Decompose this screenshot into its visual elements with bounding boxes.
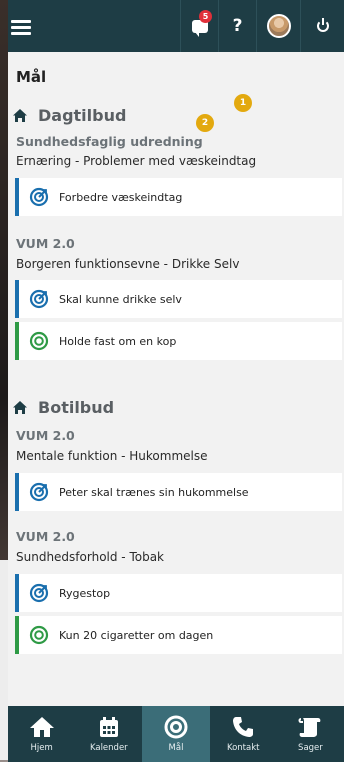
group-subtitle: Sundhedsforhold - Tobak — [16, 550, 165, 564]
top-bar: 5 ? — [8, 0, 344, 52]
app-window: 5 ? Mål 1 2 Dagtilbud Sundhedsfaglig udr… — [8, 0, 344, 762]
group-title: VUM 2.0 — [16, 428, 75, 443]
goal-card[interactable]: Holde fast om en kop — [15, 322, 342, 360]
goal-label: Kun 20 cigaretter om dagen — [59, 628, 214, 642]
menu-icon[interactable] — [11, 20, 31, 35]
power-icon — [316, 18, 329, 32]
goal-card[interactable]: Skal kunne drikke selv — [15, 280, 342, 318]
goal-progress-icon — [29, 482, 49, 502]
home-icon — [29, 714, 55, 740]
profile-button[interactable] — [256, 0, 300, 52]
group-title: Sundhedsfaglig udredning — [16, 134, 203, 149]
nav-label: Kontakt — [226, 743, 260, 753]
nav-item-kontakt[interactable]: Kontakt — [210, 706, 277, 762]
target-icon — [163, 714, 189, 740]
goal-card[interactable]: Kun 20 cigaretter om dagen — [15, 616, 342, 654]
notifications-button[interactable]: 5 — [180, 0, 218, 52]
goal-label: Skal kunne drikke selv — [59, 292, 182, 306]
group-subtitle: Ernæring - Problemer med væskeindtag — [16, 154, 257, 168]
group-title: VUM 2.0 — [16, 236, 75, 251]
target-icon — [29, 625, 49, 645]
house-icon — [12, 400, 28, 416]
page-title: Mål — [16, 68, 47, 86]
top-bar-actions: 5 ? — [180, 0, 344, 52]
section-title: Botilbud — [38, 398, 115, 417]
goal-card[interactable]: Peter skal trænes sin hukommelse — [15, 473, 342, 511]
goal-label: Holde fast om en kop — [59, 334, 177, 348]
goal-card[interactable]: Rygestop — [15, 574, 342, 612]
section-title: Dagtilbud — [38, 106, 127, 125]
marker-2: 2 — [196, 114, 214, 132]
nav-item-hjem[interactable]: Hjem — [8, 706, 75, 762]
nav-label: Hjem — [30, 743, 53, 753]
goal-progress-icon — [29, 187, 49, 207]
nav-label: Kalender — [89, 743, 128, 753]
goal-label: Peter skal trænes sin hukommelse — [59, 485, 249, 499]
nav-label: Sager — [298, 743, 323, 753]
nav-item-sager[interactable]: Sager — [277, 706, 344, 762]
nav-label: Mål — [168, 743, 184, 753]
help-icon: ? — [232, 16, 243, 36]
section-heading-dagtilbud: Dagtilbud — [12, 106, 126, 125]
goal-progress-icon — [29, 583, 49, 603]
goal-label: Forbedre væskeindtag — [59, 190, 183, 204]
group-subtitle: Mentale funktion - Hukommelse — [16, 449, 208, 463]
nav-item-maal[interactable]: Mål — [142, 706, 210, 762]
marker-1: 1 — [234, 94, 252, 112]
avatar — [266, 14, 291, 38]
notification-badge: 5 — [199, 10, 212, 23]
goal-label: Rygestop — [59, 586, 111, 600]
goal-card[interactable]: Forbedre væskeindtag — [15, 178, 342, 216]
calendar-icon — [96, 714, 122, 740]
goal-progress-icon — [29, 289, 49, 309]
section-heading-botilbud: Botilbud — [12, 398, 114, 417]
group-subtitle: Borgeren funktionsevne - Drikke Selv — [16, 257, 240, 271]
group-title: VUM 2.0 — [16, 529, 75, 544]
house-icon — [12, 108, 28, 124]
logout-button[interactable] — [300, 0, 344, 52]
scroll-icon — [297, 714, 323, 740]
bottom-navigation: Hjem Kalender Mål Kontakt Sager — [8, 706, 344, 762]
nav-item-kalender[interactable]: Kalender — [75, 706, 142, 762]
phone-icon — [230, 714, 256, 740]
target-icon — [29, 331, 49, 351]
help-button[interactable]: ? — [218, 0, 256, 52]
